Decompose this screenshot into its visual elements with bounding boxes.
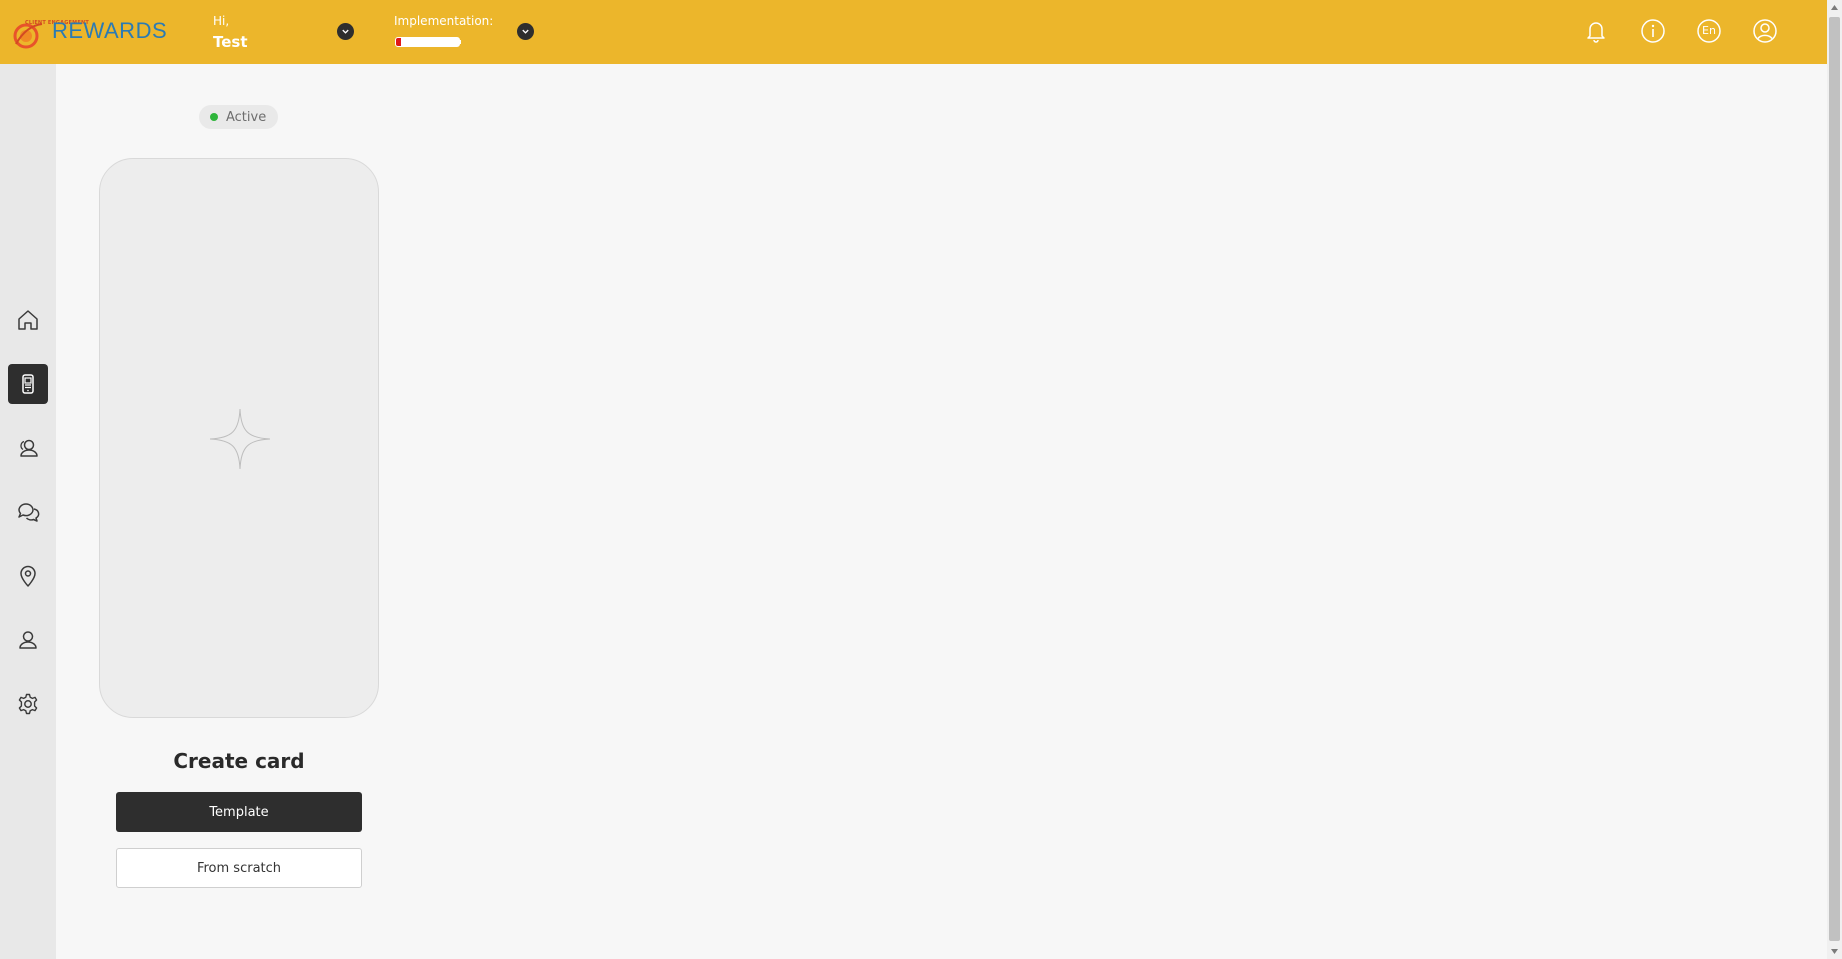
implementation-progress-bar	[395, 37, 460, 47]
from-scratch-button[interactable]: From scratch	[116, 848, 362, 888]
chevron-down-icon	[342, 29, 349, 34]
user-icon	[19, 631, 37, 649]
users-icon	[20, 439, 38, 457]
language-label: En	[1702, 24, 1716, 37]
sidebar-item-settings[interactable]	[8, 684, 48, 724]
sidebar-item-cards[interactable]	[8, 364, 48, 404]
vertical-scrollbar[interactable]	[1827, 0, 1842, 959]
chevron-down-icon	[522, 29, 529, 34]
sidebar-item-clients[interactable]	[8, 428, 48, 468]
scroll-thumb[interactable]	[1829, 17, 1840, 941]
sidebar-item-messages[interactable]	[8, 492, 48, 532]
language-button[interactable]: En	[1695, 17, 1723, 45]
implementation-progress-fill	[396, 38, 402, 46]
card-preview-placeholder[interactable]	[99, 158, 379, 718]
status-badge: Active	[199, 105, 279, 129]
status-dot	[210, 113, 218, 121]
bell-icon	[1587, 22, 1605, 43]
sidebar-item-managers[interactable]	[8, 620, 48, 660]
user-dropdown-button[interactable]	[337, 23, 354, 40]
triangle-up-icon	[1831, 5, 1838, 10]
status-label: Active	[226, 109, 267, 125]
sidebar-item-home[interactable]	[8, 300, 48, 340]
gear-icon	[18, 693, 38, 715]
sparkle-icon	[210, 409, 270, 469]
implementation-label: Implementation:	[394, 14, 494, 28]
chat-icon	[18, 503, 40, 522]
user-account-icon	[1753, 19, 1777, 43]
scroll-down-button[interactable]	[1827, 944, 1842, 959]
progress-bar-cap	[459, 40, 461, 44]
home-icon	[18, 310, 38, 330]
sidebar	[0, 64, 56, 959]
logo-text: REWARDS	[52, 18, 168, 43]
info-icon	[1641, 19, 1665, 43]
greeting-label: Hi,	[213, 14, 230, 28]
implementation-dropdown-button[interactable]	[517, 23, 534, 40]
triangle-down-icon	[1831, 949, 1838, 954]
scroll-up-button[interactable]	[1827, 0, 1842, 15]
top-header: CLIENT ENGAGEMENT REWARDS Hi, Test Imple…	[0, 0, 1827, 64]
create-card-title: Create card	[173, 749, 305, 773]
location-pin-icon	[20, 565, 36, 587]
account-button[interactable]	[1751, 17, 1779, 45]
sidebar-item-locations[interactable]	[8, 556, 48, 596]
user-name: Test	[213, 33, 248, 51]
info-button[interactable]	[1639, 17, 1667, 45]
template-button[interactable]: Template	[116, 792, 362, 832]
mobile-card-icon	[22, 374, 34, 394]
logo[interactable]: CLIENT ENGAGEMENT REWARDS	[12, 16, 172, 50]
notifications-button[interactable]	[1582, 17, 1610, 45]
